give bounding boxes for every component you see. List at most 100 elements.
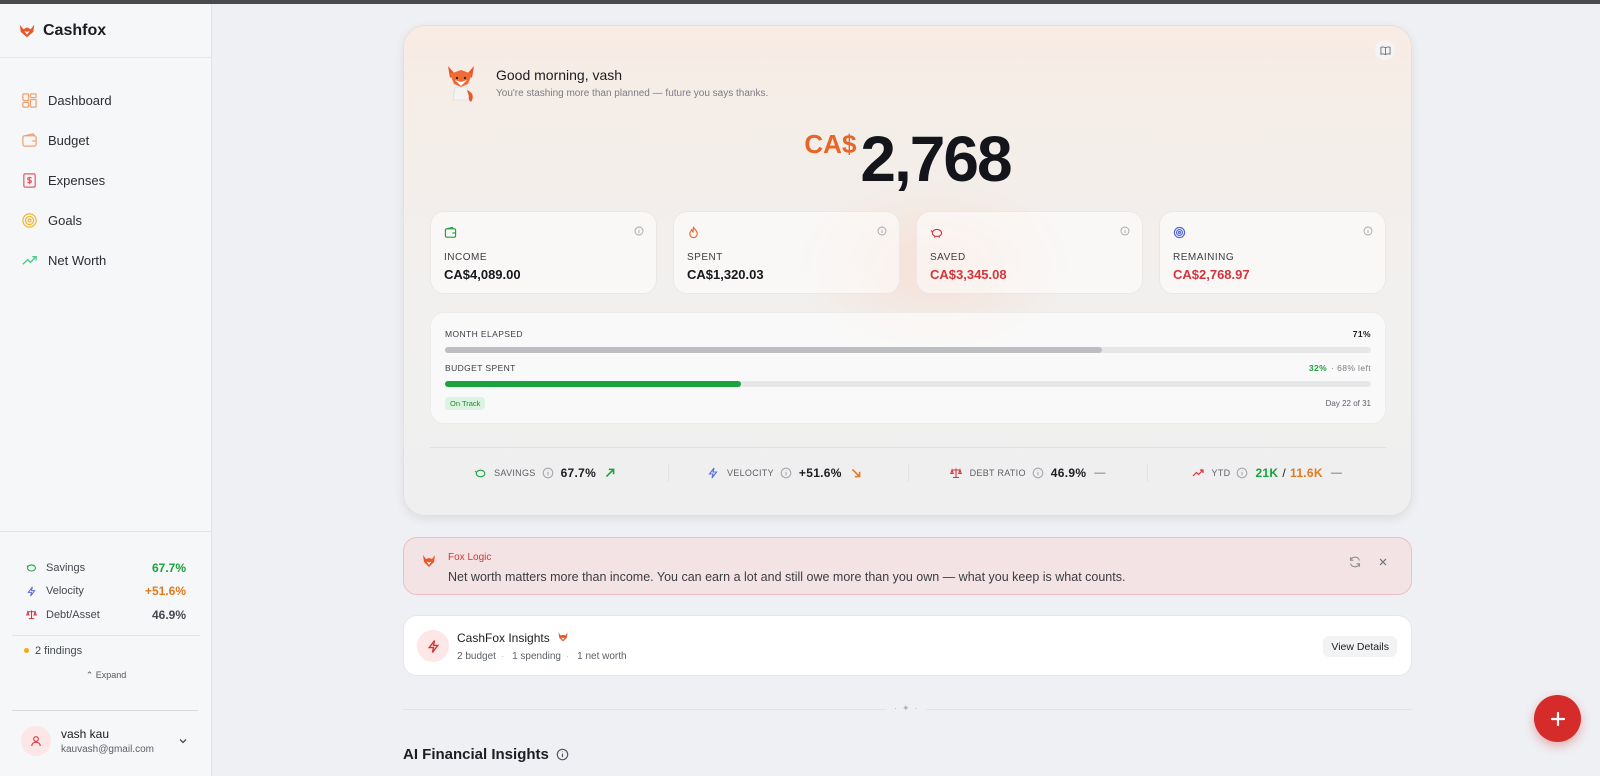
app-name: Cashfox [43,21,107,39]
metric-debt-asset: Debt/Asset 46.9% [12,603,200,627]
add-transaction-button[interactable] [1534,695,1581,742]
stat-remaining[interactable]: REMAINING CA$2,768.97 [1159,211,1386,294]
findings-indicator[interactable]: 2 findings [12,634,200,657]
insight-tag: 2 budget [457,651,496,662]
stat-saved[interactable]: SAVED CA$3,345.08 [916,211,1143,294]
fox-icon [423,555,435,567]
kpi-savings[interactable]: SAVINGS 67.7% [430,463,670,482]
stat-value: CA$2,768.97 [1173,267,1250,282]
fox-logic-title: Fox Logic [448,552,492,563]
sidebar-item-dashboard[interactable]: Dashboard [0,80,211,120]
sidebar-item-label: Net Worth [48,252,107,268]
metric-label: Velocity [46,585,84,598]
chevron-down-icon[interactable] [178,736,188,746]
sidebar-item-label: Budget [48,132,90,148]
view-details-button[interactable]: View Details [1323,636,1397,657]
progress-card: MONTH ELAPSED 71% BUDGET SPENT 32% · 68% … [430,312,1386,424]
trend-flat: — [1094,466,1106,479]
brand[interactable]: Cashfox [0,4,211,58]
info-icon[interactable] [1363,226,1373,236]
month-elapsed-label: MONTH ELAPSED [445,329,523,339]
budget-left: · 68% left [1331,363,1371,373]
trending-up-icon [1192,468,1204,476]
insight-tag: 1 spending [512,651,561,662]
budget-spent-fill [445,381,742,387]
sidebar-item-label: Dashboard [48,92,112,108]
sidebar-item-net-worth[interactable]: Net Worth [0,240,211,280]
lightning-icon [27,586,36,597]
ytd-separator: / [1282,465,1287,480]
divider-ornament: · ✦ · [886,703,926,714]
fox-logo-icon [19,24,35,37]
avatar [21,726,51,756]
budget-spent-label: BUDGET SPENT [445,363,516,373]
stat-value: CA$3,345.08 [930,267,1007,282]
month-elapsed-pct: 71% [1352,329,1371,339]
sidebar-item-expenses[interactable]: Expenses [0,160,211,200]
stat-label: SAVED [930,252,966,263]
refresh-icon[interactable] [1348,555,1362,569]
month-elapsed-fill [445,347,1103,353]
amount-value: 2,768 [860,123,1012,195]
flame-icon [689,226,698,239]
cashfox-insights-card[interactable]: CashFox Insights 2 budget · 1 spending · 1… [403,615,1412,676]
kpi-debt-ratio[interactable]: DEBT RATIO 46.9% — [909,463,1148,482]
info-icon[interactable] [542,467,554,479]
wallet-icon [22,132,37,147]
sidebar-metrics: Savings 67.7% Velocity +51.6% Debt/Asset… [0,531,212,681]
sidebar-item-goals[interactable]: Goals [0,200,211,240]
expand-button[interactable]: ⌃ Expand [12,670,200,681]
stat-cards: INCOME CA$4,089.00 SPENT CA$1,320.03 SAV… [430,211,1386,294]
metric-value: +51.6% [144,584,186,599]
info-icon[interactable] [877,226,887,236]
receipt-icon [23,172,36,188]
summary-card: Good morning, vash You're stashing more … [403,25,1412,516]
info-icon[interactable] [1236,467,1248,479]
target-icon [1173,226,1186,239]
section-title-text: AI Financial Insights [403,746,549,763]
stat-value: CA$4,089.00 [444,267,521,282]
lightning-icon [708,467,718,478]
info-icon[interactable] [1032,467,1044,479]
stat-spent[interactable]: SPENT CA$1,320.03 [673,211,900,294]
sidebar-item-label: Expenses [48,172,106,188]
sidebar-item-budget[interactable]: Budget [0,120,211,160]
guide-button[interactable] [1375,40,1395,60]
fox-logic-text: Net worth matters more than income. You … [448,570,1126,584]
month-elapsed-track [445,347,1371,353]
kpi-label: YTD [1211,467,1231,478]
budget-spent-track [445,381,1371,387]
status-dot [24,648,29,653]
greeting: Good morning, vash You're stashing more … [438,60,768,106]
info-icon[interactable] [1120,226,1130,236]
kpi-velocity[interactable]: VELOCITY +51.6% [669,463,909,482]
info-icon[interactable] [634,226,644,236]
wallet-icon [444,226,457,238]
piggy-bank-icon [26,564,36,572]
stat-label: SPENT [687,252,723,263]
dashboard-icon [22,92,37,108]
sidebar-nav: Dashboard Budget Expenses Goals Net Wort… [0,58,211,280]
greeting-subtitle: You're stashing more than planned — futu… [496,88,769,99]
fox-mascot-icon [448,66,474,102]
insights-badge [417,630,449,662]
piggy-bank-icon [474,469,486,477]
month-elapsed-row: MONTH ELAPSED 71% [445,329,1371,339]
info-icon[interactable] [780,467,792,479]
scale-icon [949,467,962,478]
info-icon[interactable] [556,748,569,761]
user-menu[interactable]: vash kau kauvash@gmail.com [12,710,198,756]
sidebar-item-label: Goals [48,212,82,228]
close-icon[interactable] [1376,555,1390,569]
kpi-ytd[interactable]: YTD 21K / 11.6K — [1148,464,1386,482]
metric-velocity: Velocity +51.6% [12,580,200,604]
scale-icon [26,610,37,620]
metric-savings: Savings 67.7% [12,556,200,580]
book-icon [1379,45,1391,55]
stat-income[interactable]: INCOME CA$4,089.00 [430,211,657,294]
status-row: On Track Day 22 of 31 [445,397,1371,410]
insight-tag: 1 net worth [577,651,627,662]
separator-dot: · [500,651,505,662]
sidebar: Cashfox Dashboard Budget Expenses Goals … [0,4,212,776]
arrow-down-right-icon [851,468,861,477]
